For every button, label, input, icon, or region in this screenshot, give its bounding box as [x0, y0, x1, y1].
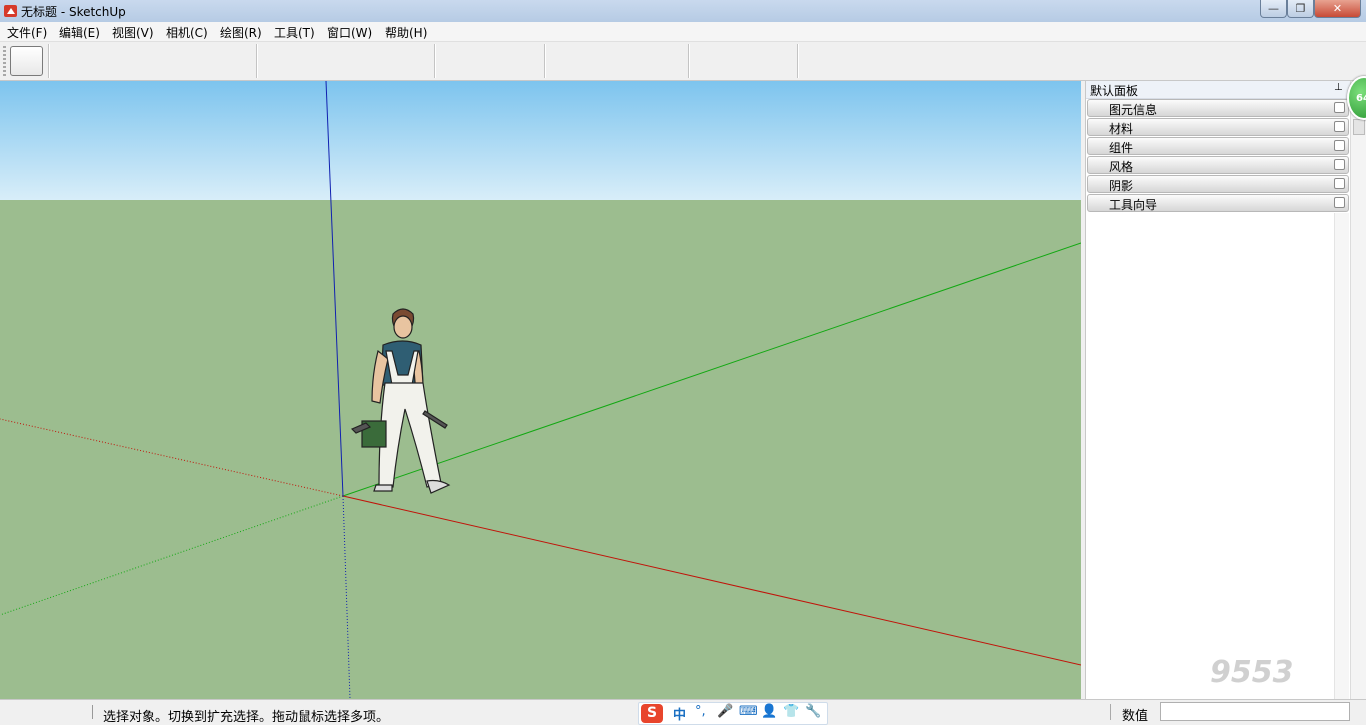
panel-styles[interactable]: 风格 [1087, 156, 1349, 174]
ground-plane [0, 200, 1081, 699]
panel-label: 工具向导 [1109, 198, 1158, 212]
toolbar-separator [48, 44, 50, 78]
window-title: 无标题 - SketchUp [21, 5, 126, 19]
toolbar-grip[interactable] [3, 46, 6, 76]
menu-edit[interactable]: 编辑(E) [59, 24, 100, 41]
toolbar-separator [797, 44, 799, 78]
panel-label: 阴影 [1109, 179, 1134, 193]
tray-scrollbar[interactable] [1350, 81, 1366, 699]
status-separator [92, 705, 93, 719]
title-bar: 无标题 - SketchUp — ❐ ✕ [0, 0, 1366, 22]
panel-entity-info[interactable]: 图元信息 [1087, 99, 1349, 117]
status-message: 选择对象。切换到扩充选择。拖动鼠标选择多项。 [103, 710, 390, 725]
panel-expand-checkbox[interactable] [1334, 121, 1345, 132]
tray-content-scrollbar[interactable] [1334, 213, 1349, 699]
panel-expand-checkbox[interactable] [1334, 140, 1345, 151]
select-tool-button[interactable] [10, 46, 43, 76]
sky [0, 81, 1081, 201]
panel-expand-checkbox[interactable] [1334, 159, 1345, 170]
panel-materials[interactable]: 材料 [1087, 118, 1349, 136]
toolbar-separator [434, 44, 436, 78]
menu-window[interactable]: 窗口(W) [327, 24, 372, 41]
menu-help[interactable]: 帮助(H) [385, 24, 427, 41]
ime-mode-toggle[interactable]: 中 [673, 704, 686, 723]
wrench-icon[interactable]: 🔧 [805, 704, 821, 719]
toolbar [0, 42, 1366, 81]
menu-tools[interactable]: 工具(T) [274, 24, 315, 41]
minimize-button[interactable]: — [1260, 0, 1287, 18]
tray-header: 默认面板 ⊥ [1086, 81, 1350, 99]
panel-expand-checkbox[interactable] [1334, 197, 1345, 208]
panel-components[interactable]: 组件 [1087, 137, 1349, 155]
panel-label: 材料 [1109, 122, 1134, 136]
maximize-button[interactable]: ❐ [1287, 0, 1314, 18]
sogou-logo-icon[interactable]: S [641, 704, 663, 723]
toolbar-separator [688, 44, 690, 78]
menu-camera[interactable]: 相机(C) [166, 24, 208, 41]
menu-view[interactable]: 视图(V) [112, 24, 154, 41]
ime-toolbar[interactable]: S 中 °, 🎤 ⌨ 👤 👕 🔧 [638, 702, 828, 725]
panel-expand-checkbox[interactable] [1334, 178, 1345, 189]
tray-title: 默认面板 [1090, 84, 1139, 98]
menu-draw[interactable]: 绘图(R) [220, 24, 262, 41]
panel-expand-checkbox[interactable] [1334, 102, 1345, 113]
status-separator [1110, 704, 1111, 720]
panel-label: 组件 [1109, 141, 1134, 155]
measurements-label: 数值 [1122, 709, 1149, 724]
user-icon[interactable]: 👤 [761, 704, 777, 719]
toolbar-separator [544, 44, 546, 78]
tray-scroll-thumb[interactable] [1353, 119, 1365, 135]
menu-bar: 文件(F) 编辑(E) 视图(V) 相机(C) 绘图(R) 工具(T) 窗口(W… [0, 22, 1366, 42]
panel-shadows[interactable]: 阴影 [1087, 175, 1349, 193]
keyboard-icon[interactable]: ⌨ [739, 704, 758, 719]
toolbar-separator [256, 44, 258, 78]
close-button[interactable]: ✕ [1314, 0, 1361, 18]
sketchup-app-icon [4, 5, 17, 17]
drawing-viewport[interactable] [0, 81, 1081, 699]
default-tray: 默认面板 ⊥ 图元信息 材料 组件 风格 阴影 工具向导 [1085, 81, 1350, 699]
status-bar: 选择对象。切换到扩充选择。拖动鼠标选择多项。 S 中 °, 🎤 ⌨ 👤 👕 🔧 … [0, 699, 1366, 725]
watermark-logo: 9553 [1210, 655, 1294, 690]
pin-icon[interactable]: ⊥ [1334, 82, 1343, 93]
panel-instructor[interactable]: 工具向导 [1087, 194, 1349, 212]
panel-label: 风格 [1109, 160, 1134, 174]
menu-file[interactable]: 文件(F) [7, 24, 47, 41]
punctuation-icon[interactable]: °, [695, 704, 706, 719]
skin-icon[interactable]: 👕 [783, 704, 799, 719]
measurements-input[interactable] [1160, 702, 1350, 721]
microphone-icon[interactable]: 🎤 [717, 704, 733, 719]
viewport-canvas[interactable] [0, 81, 1081, 699]
panel-label: 图元信息 [1109, 103, 1158, 117]
